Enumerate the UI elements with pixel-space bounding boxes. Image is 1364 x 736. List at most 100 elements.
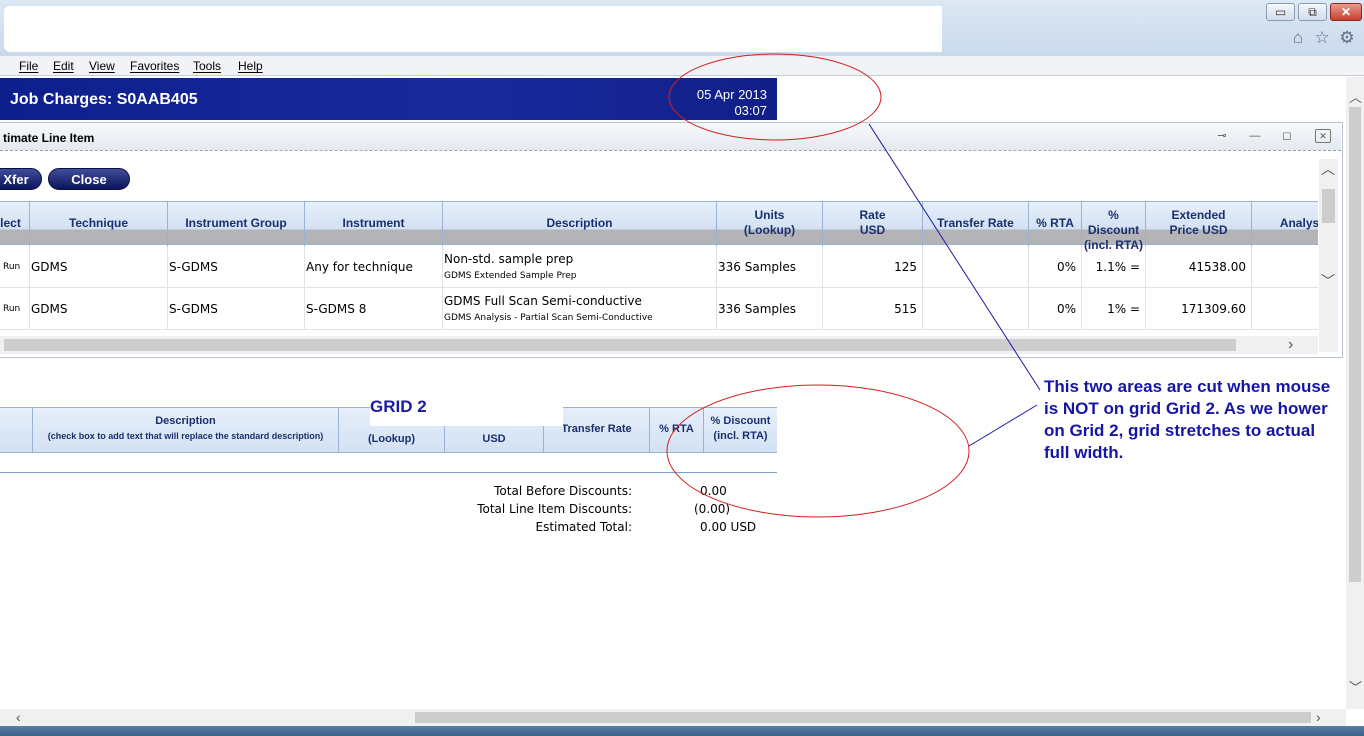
col-discount[interactable]: % Discount (incl. RTA) <box>704 408 777 452</box>
col-instrument[interactable]: Instrument <box>305 202 443 246</box>
grid-header: lect Technique Instrument Group Instrume… <box>0 201 1318 252</box>
taskbar <box>0 726 1364 736</box>
pin-icon[interactable]: ⊸ <box>1214 129 1230 143</box>
menu-edit[interactable]: Edit <box>53 58 74 74</box>
scroll-right-icon[interactable]: › <box>1316 709 1321 725</box>
close-button[interactable]: Close <box>48 168 130 190</box>
technique-cell: GDMS <box>30 246 168 288</box>
menu-bar: File Edit View Favorites Tools Help <box>0 56 1364 76</box>
scroll-up-icon[interactable]: ︿ <box>1321 159 1335 179</box>
description-subtext: GDMS Analysis - Partial Scan Semi-Conduc… <box>444 313 653 323</box>
col-rate[interactable]: Rate USD <box>823 202 923 246</box>
grid-horizontal-scrollbar[interactable]: › <box>0 336 1318 354</box>
description-cell: GDMS Full Scan Semi-conductive GDMS Anal… <box>443 288 717 330</box>
menu-help[interactable]: Help <box>238 58 263 74</box>
scroll-right-icon[interactable]: › <box>1288 336 1293 354</box>
home-icon[interactable]: ⌂ <box>1288 28 1308 48</box>
instrument-group-cell: S-GDMS <box>168 246 305 288</box>
description-header: Description <box>155 415 216 427</box>
col-extended-price[interactable]: Extended Price USD <box>1146 202 1252 246</box>
estimated-total-value: 0.00 USD <box>700 520 757 534</box>
scroll-left-icon[interactable]: ‹ <box>16 709 21 725</box>
col-rta[interactable]: % RTA <box>650 408 704 452</box>
col-rta[interactable]: % RTA <box>1029 202 1082 246</box>
total-before-discounts-value: 0.00 <box>700 484 727 498</box>
window-minimize-button[interactable]: ▭ <box>1266 3 1295 21</box>
analyst-cell <box>1252 288 1318 330</box>
total-line-item-discounts-value: (0.00) <box>694 502 731 516</box>
scrollbar-thumb[interactable] <box>415 712 1311 723</box>
technique-cell: GDMS <box>30 288 168 330</box>
discount-cell: 1% = <box>1082 288 1146 330</box>
page-time: 03:07 <box>734 103 767 118</box>
instrument-cell: Any for technique <box>305 246 443 288</box>
page-header: Job Charges: S0AAB405 05 Apr 2013 03:07 <box>0 78 777 120</box>
minimize-icon[interactable]: — <box>1247 129 1263 143</box>
scrollbar-thumb[interactable] <box>1322 189 1335 223</box>
col-description[interactable]: Description (check box to add text that … <box>33 408 339 452</box>
page-title: Job Charges: S0AAB405 <box>10 91 198 108</box>
col-instrument-group[interactable]: Instrument Group <box>168 202 305 246</box>
line-items-grid: lect Technique Instrument Group Instrume… <box>0 201 1318 335</box>
page-vertical-scrollbar[interactable]: ︿ ﹀ <box>1346 77 1364 709</box>
table-row[interactable]: Run GDMS S-GDMS S-GDMS 8 GDMS Full Scan … <box>0 288 1318 330</box>
table-row[interactable]: Run GDMS S-GDMS Any for technique Non-st… <box>0 246 1318 288</box>
scrollbar-thumb[interactable] <box>4 339 1236 351</box>
col-select[interactable] <box>0 408 33 452</box>
rate-cell: 125 <box>823 246 923 288</box>
col-select[interactable]: lect <box>0 202 30 246</box>
scroll-down-icon[interactable]: ﹀ <box>1349 677 1362 696</box>
menu-favorites[interactable]: Favorites <box>130 58 179 74</box>
window-close-button[interactable]: ✕ <box>1330 3 1362 21</box>
xfer-button[interactable]: Xfer <box>0 168 42 190</box>
col-description[interactable]: Description <box>443 202 717 246</box>
rate-cell: 515 <box>823 288 923 330</box>
units-cell: 336 Samples <box>717 288 823 330</box>
annotation-text: This two areas are cut when mouse is NOT… <box>1044 377 1331 462</box>
col-transfer-rate[interactable]: Transfer Rate <box>923 202 1029 246</box>
rta-cell: 0% <box>1029 288 1082 330</box>
extended-price-cell: 41538.00 <box>1146 246 1252 288</box>
rta-cell: 0% <box>1029 246 1082 288</box>
description-text: GDMS Full Scan Semi-conductive <box>444 294 642 308</box>
transfer-rate-cell <box>923 288 1029 330</box>
estimate-line-item-dialog: timate Line Item ⊸ — ◻ ✕ Xfer Close lect… <box>0 122 1343 358</box>
menu-tools[interactable]: Tools <box>193 58 221 74</box>
description-subtext: GDMS Extended Sample Prep <box>444 271 577 281</box>
page-date: 05 Apr 2013 <box>696 87 767 102</box>
transfer-rate-cell <box>923 246 1029 288</box>
analyst-cell <box>1252 246 1318 288</box>
tools-icon[interactable]: ⚙ <box>1337 28 1357 48</box>
description-cell: Non-std. sample prep GDMS Extended Sampl… <box>443 246 717 288</box>
units-cell: 336 Samples <box>717 246 823 288</box>
close-icon[interactable]: ✕ <box>1315 129 1331 143</box>
scroll-up-icon[interactable]: ︿ <box>1349 87 1362 106</box>
favorites-icon[interactable]: ☆ <box>1312 28 1332 48</box>
select-cell[interactable]: Run <box>0 246 30 288</box>
window-restore-button[interactable]: ⧉ <box>1298 3 1327 21</box>
col-discount[interactable]: % Discount (incl. RTA) <box>1082 202 1146 252</box>
total-before-discounts-label: Total Before Discounts: <box>494 484 632 498</box>
grid2-label: GRID 2 <box>370 397 427 416</box>
maximize-icon[interactable]: ◻ <box>1279 129 1295 143</box>
instrument-group-cell: S-GDMS <box>168 288 305 330</box>
address-bar[interactable] <box>4 6 942 52</box>
grid2-empty-row <box>0 453 777 473</box>
total-line-item-discounts-label: Total Line Item Discounts: <box>477 502 632 516</box>
grid-vertical-scrollbar[interactable]: ︿ ﹀ <box>1319 159 1338 352</box>
select-cell[interactable]: Run <box>0 288 30 330</box>
col-analyst[interactable]: Analyst <box>1252 202 1318 246</box>
dialog-title: timate Line Item <box>3 131 95 145</box>
scroll-down-icon[interactable]: ﹀ <box>1321 271 1335 291</box>
description-text: Non-std. sample prep <box>444 252 574 266</box>
instrument-cell: S-GDMS 8 <box>305 288 443 330</box>
menu-view[interactable]: View <box>89 58 115 74</box>
discount-cell: 1.1% = <box>1082 246 1146 288</box>
scrollbar-thumb[interactable] <box>1349 107 1361 582</box>
dialog-titlebar[interactable]: timate Line Item ⊸ — ◻ ✕ <box>0 123 1341 151</box>
page-horizontal-scrollbar[interactable]: ‹ › <box>0 709 1346 726</box>
menu-file[interactable]: File <box>19 58 38 74</box>
col-units[interactable]: Units (Lookup) <box>717 202 823 246</box>
description-header-note: (check box to add text that will replace… <box>47 431 324 441</box>
col-technique[interactable]: Technique <box>30 202 168 246</box>
